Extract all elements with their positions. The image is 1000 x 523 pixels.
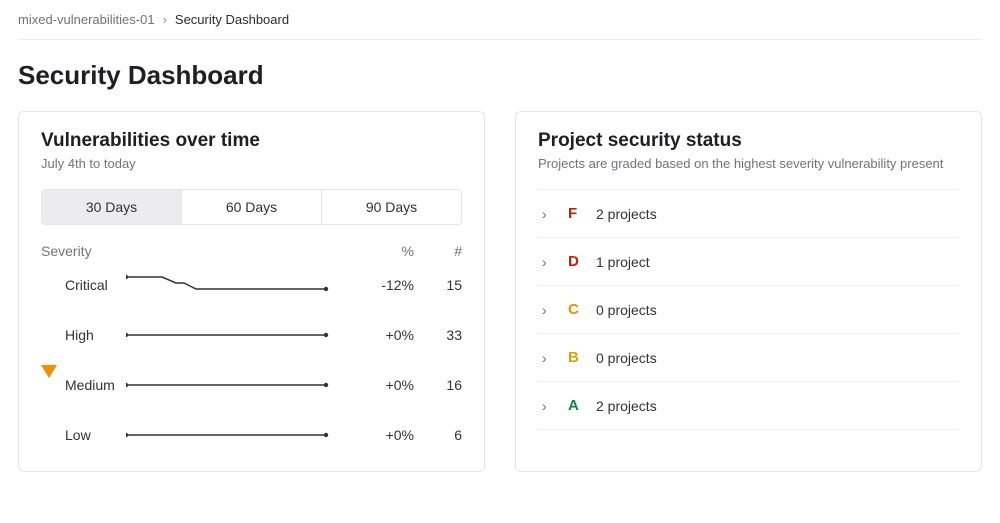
status-panel-subtitle: Projects are graded based on the highest… xyxy=(538,156,959,171)
count: 15 xyxy=(422,277,462,293)
project-count: 2 projects xyxy=(596,398,657,414)
severity-label: Medium xyxy=(65,377,115,393)
severity-label: Low xyxy=(65,427,91,443)
count: 6 xyxy=(422,427,462,443)
status-row-d[interactable]: › D 1 project xyxy=(538,238,959,286)
grade-badge: C xyxy=(568,301,582,318)
col-severity-label: Severity xyxy=(41,243,118,259)
grade-badge: B xyxy=(568,349,582,366)
grade-badge: A xyxy=(568,397,582,414)
status-row-a[interactable]: › A 2 projects xyxy=(538,382,959,430)
sparkline-critical xyxy=(126,271,346,299)
project-count: 0 projects xyxy=(596,350,657,366)
tab-90-days[interactable]: 90 Days xyxy=(321,190,461,224)
sparkline-low xyxy=(126,421,346,449)
pct-change: +0% xyxy=(354,377,414,393)
vuln-panel-title: Vulnerabilities over time xyxy=(41,130,462,152)
breadcrumb-current: Security Dashboard xyxy=(175,12,289,27)
page-title: Security Dashboard xyxy=(18,40,982,111)
project-count: 2 projects xyxy=(596,206,657,222)
sparkline-high xyxy=(126,321,346,349)
status-panel-title: Project security status xyxy=(538,130,959,152)
status-row-b[interactable]: › B 0 projects xyxy=(538,334,959,382)
critical-icon xyxy=(41,278,55,292)
grade-badge: F xyxy=(568,205,582,222)
chevron-right-icon: › xyxy=(542,254,554,270)
low-icon xyxy=(41,428,55,442)
date-range-tabs: 30 Days 60 Days 90 Days xyxy=(41,189,462,225)
col-pct-label: % xyxy=(354,243,414,259)
chevron-right-icon: › xyxy=(542,302,554,318)
project-security-status-panel: Project security status Projects are gra… xyxy=(515,111,982,472)
severity-label: High xyxy=(65,327,94,343)
breadcrumb: mixed-vulnerabilities-01 › Security Dash… xyxy=(18,6,982,40)
status-list: › F 2 projects › D 1 project › C 0 proje… xyxy=(538,189,959,430)
pct-change: -12% xyxy=(354,277,414,293)
high-icon xyxy=(41,328,55,342)
vulnerabilities-over-time-panel: Vulnerabilities over time July 4th to to… xyxy=(18,111,485,472)
pct-change: +0% xyxy=(354,327,414,343)
tab-60-days[interactable]: 60 Days xyxy=(181,190,321,224)
status-row-f[interactable]: › F 2 projects xyxy=(538,190,959,238)
chevron-right-icon: › xyxy=(542,350,554,366)
breadcrumb-root[interactable]: mixed-vulnerabilities-01 xyxy=(18,12,155,27)
sparkline-medium xyxy=(126,371,346,399)
chevron-right-icon: › xyxy=(542,398,554,414)
severity-row-high: High +0% 33 xyxy=(41,321,462,349)
chevron-right-icon: › xyxy=(542,206,554,222)
status-row-c[interactable]: › C 0 projects xyxy=(538,286,959,334)
severity-row-medium: Medium +0% 16 xyxy=(41,371,462,399)
medium-icon xyxy=(41,378,55,392)
count: 16 xyxy=(422,377,462,393)
col-num-label: # xyxy=(422,243,462,259)
count: 33 xyxy=(422,327,462,343)
severity-row-low: Low +0% 6 xyxy=(41,421,462,449)
severity-row-critical: Critical -12% 15 xyxy=(41,271,462,299)
severity-header: Severity % # xyxy=(41,243,462,259)
tab-30-days[interactable]: 30 Days xyxy=(42,190,181,224)
severity-label: Critical xyxy=(65,277,108,293)
project-count: 1 project xyxy=(596,254,650,270)
pct-change: +0% xyxy=(354,427,414,443)
grade-badge: D xyxy=(568,253,582,270)
vuln-panel-subtitle: July 4th to today xyxy=(41,156,462,171)
chevron-right-icon: › xyxy=(163,12,167,27)
project-count: 0 projects xyxy=(596,302,657,318)
